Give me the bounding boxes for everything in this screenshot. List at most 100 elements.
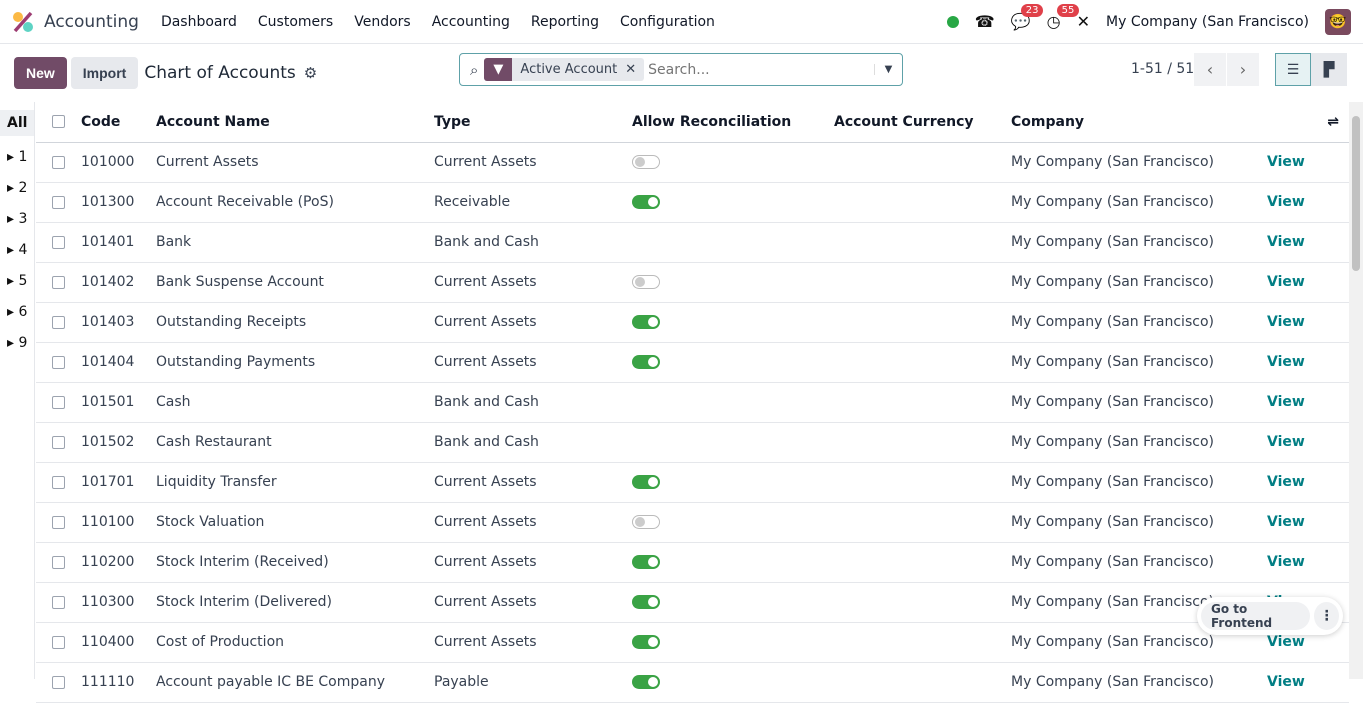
menu-vendors[interactable]: Vendors [354,14,410,30]
company-switcher[interactable]: My Company (San Francisco) [1106,14,1309,30]
group-6[interactable]: ▸ 6 [0,296,34,327]
row-checkbox[interactable] [52,195,65,209]
table-row[interactable]: 110100 Stock Valuation Current Assets My… [36,502,1349,543]
group-4[interactable]: ▸ 4 [0,234,34,265]
app-logo-icon[interactable] [12,11,34,33]
view-link[interactable]: View [1267,154,1305,170]
view-link[interactable]: View [1267,194,1305,210]
group-9[interactable]: ▸ 9 [0,327,34,358]
list-view-button[interactable]: ☰ [1275,53,1311,86]
row-checkbox[interactable] [52,555,65,569]
view-link[interactable]: View [1267,474,1305,490]
scrollbar-thumb[interactable] [1352,116,1360,271]
more-options-icon[interactable]: ⋮ [1314,602,1339,630]
reconcile-toggle[interactable] [632,195,660,209]
reconcile-toggle[interactable] [632,555,660,569]
row-checkbox[interactable] [52,355,65,369]
menu-dashboard[interactable]: Dashboard [161,14,237,30]
row-checkbox[interactable] [52,675,65,689]
row-checkbox[interactable] [52,155,65,169]
view-link[interactable]: View [1267,434,1305,450]
col-type[interactable]: Type [434,102,632,143]
pager-next-button[interactable]: › [1227,53,1259,86]
row-checkbox[interactable] [52,235,65,249]
phone-icon[interactable]: ☎ [975,12,995,31]
kanban-view-button[interactable]: ▛ [1311,53,1347,86]
row-checkbox[interactable] [52,475,65,489]
view-link[interactable]: View [1267,674,1305,690]
col-code[interactable]: Code [81,102,156,143]
row-checkbox[interactable] [52,635,65,649]
reconcile-toggle[interactable] [632,595,660,609]
view-link[interactable]: View [1267,274,1305,290]
cell-currency [834,422,1011,463]
activities-icon[interactable]: ◷ 55 [1047,4,1080,31]
group-all[interactable]: All [0,110,34,136]
col-company[interactable]: Company [1011,102,1267,143]
optional-columns-icon[interactable]: ⇌ [1267,102,1349,143]
menu-reporting[interactable]: Reporting [531,14,599,30]
group-1[interactable]: ▸ 1 [0,141,34,172]
import-button[interactable]: Import [70,57,139,89]
messages-icon[interactable]: 💬 23 [1011,4,1044,31]
cell-account-name: Outstanding Payments [156,342,434,383]
table-row[interactable]: 110200 Stock Interim (Received) Current … [36,542,1349,583]
menu-configuration[interactable]: Configuration [620,14,715,30]
cell-company: My Company (San Francisco) [1011,502,1267,543]
reconcile-toggle[interactable] [632,475,660,489]
table-row[interactable]: 101402 Bank Suspense Account Current Ass… [36,262,1349,303]
go-to-frontend-button[interactable]: Go to Frontend [1201,602,1311,630]
reconcile-toggle[interactable] [632,315,660,329]
view-link[interactable]: View [1267,394,1305,410]
table-row[interactable]: 101404 Outstanding Payments Current Asse… [36,342,1349,383]
reconcile-toggle[interactable] [632,155,660,169]
remove-facet-icon[interactable]: ✕ [625,62,644,77]
group-2[interactable]: ▸ 2 [0,172,34,203]
col-allow-reconciliation[interactable]: Allow Reconciliation [632,102,834,143]
reconcile-toggle[interactable] [632,635,660,649]
row-checkbox[interactable] [52,435,65,449]
new-button[interactable]: New [14,57,67,89]
avatar[interactable]: 🤓 [1325,8,1351,35]
tools-icon[interactable]: ✕ [1077,12,1090,31]
table-row[interactable]: 110400 Cost of Production Current Assets… [36,622,1349,663]
reconcile-toggle[interactable] [632,355,660,369]
menu-accounting[interactable]: Accounting [432,14,510,30]
col-account-name[interactable]: Account Name [156,102,434,143]
row-checkbox[interactable] [52,595,65,609]
view-link[interactable]: View [1267,634,1305,650]
gear-icon[interactable]: ⚙ [304,64,317,82]
table-row[interactable]: 101502 Cash Restaurant Bank and Cash My … [36,422,1349,463]
reconcile-toggle[interactable] [632,275,660,289]
search-input[interactable] [648,61,869,78]
search-options-toggle[interactable]: ▼ [874,64,902,75]
pager-value[interactable]: 1-51 / 51 [1131,61,1194,77]
reconcile-toggle[interactable] [632,515,660,529]
scrollbar[interactable] [1349,102,1363,679]
table-row[interactable]: 101300 Account Receivable (PoS) Receivab… [36,182,1349,223]
group-5[interactable]: ▸ 5 [0,265,34,296]
view-link[interactable]: View [1267,514,1305,530]
row-checkbox[interactable] [52,275,65,289]
reconcile-toggle[interactable] [632,675,660,689]
row-checkbox[interactable] [52,395,65,409]
view-link[interactable]: View [1267,354,1305,370]
view-link[interactable]: View [1267,554,1305,570]
table-row[interactable]: 101000 Current Assets Current Assets My … [36,142,1349,183]
table-row[interactable]: 101403 Outstanding Receipts Current Asse… [36,302,1349,343]
table-row[interactable]: 111110 Account payable IC BE Company Pay… [36,662,1349,703]
table-row[interactable]: 101501 Cash Bank and Cash My Company (Sa… [36,382,1349,423]
pager-previous-button[interactable]: ‹ [1194,53,1226,86]
view-link[interactable]: View [1267,234,1305,250]
col-account-currency[interactable]: Account Currency [834,102,1011,143]
view-link[interactable]: View [1267,314,1305,330]
row-checkbox[interactable] [52,315,65,329]
table-row[interactable]: 101401 Bank Bank and Cash My Company (Sa… [36,222,1349,263]
select-all-checkbox[interactable] [52,115,65,129]
row-checkbox[interactable] [52,515,65,529]
app-name[interactable]: Accounting [44,12,139,32]
table-row[interactable]: 110300 Stock Interim (Delivered) Current… [36,582,1349,623]
menu-customers[interactable]: Customers [258,14,333,30]
group-3[interactable]: ▸ 3 [0,203,34,234]
table-row[interactable]: 101701 Liquidity Transfer Current Assets… [36,462,1349,503]
